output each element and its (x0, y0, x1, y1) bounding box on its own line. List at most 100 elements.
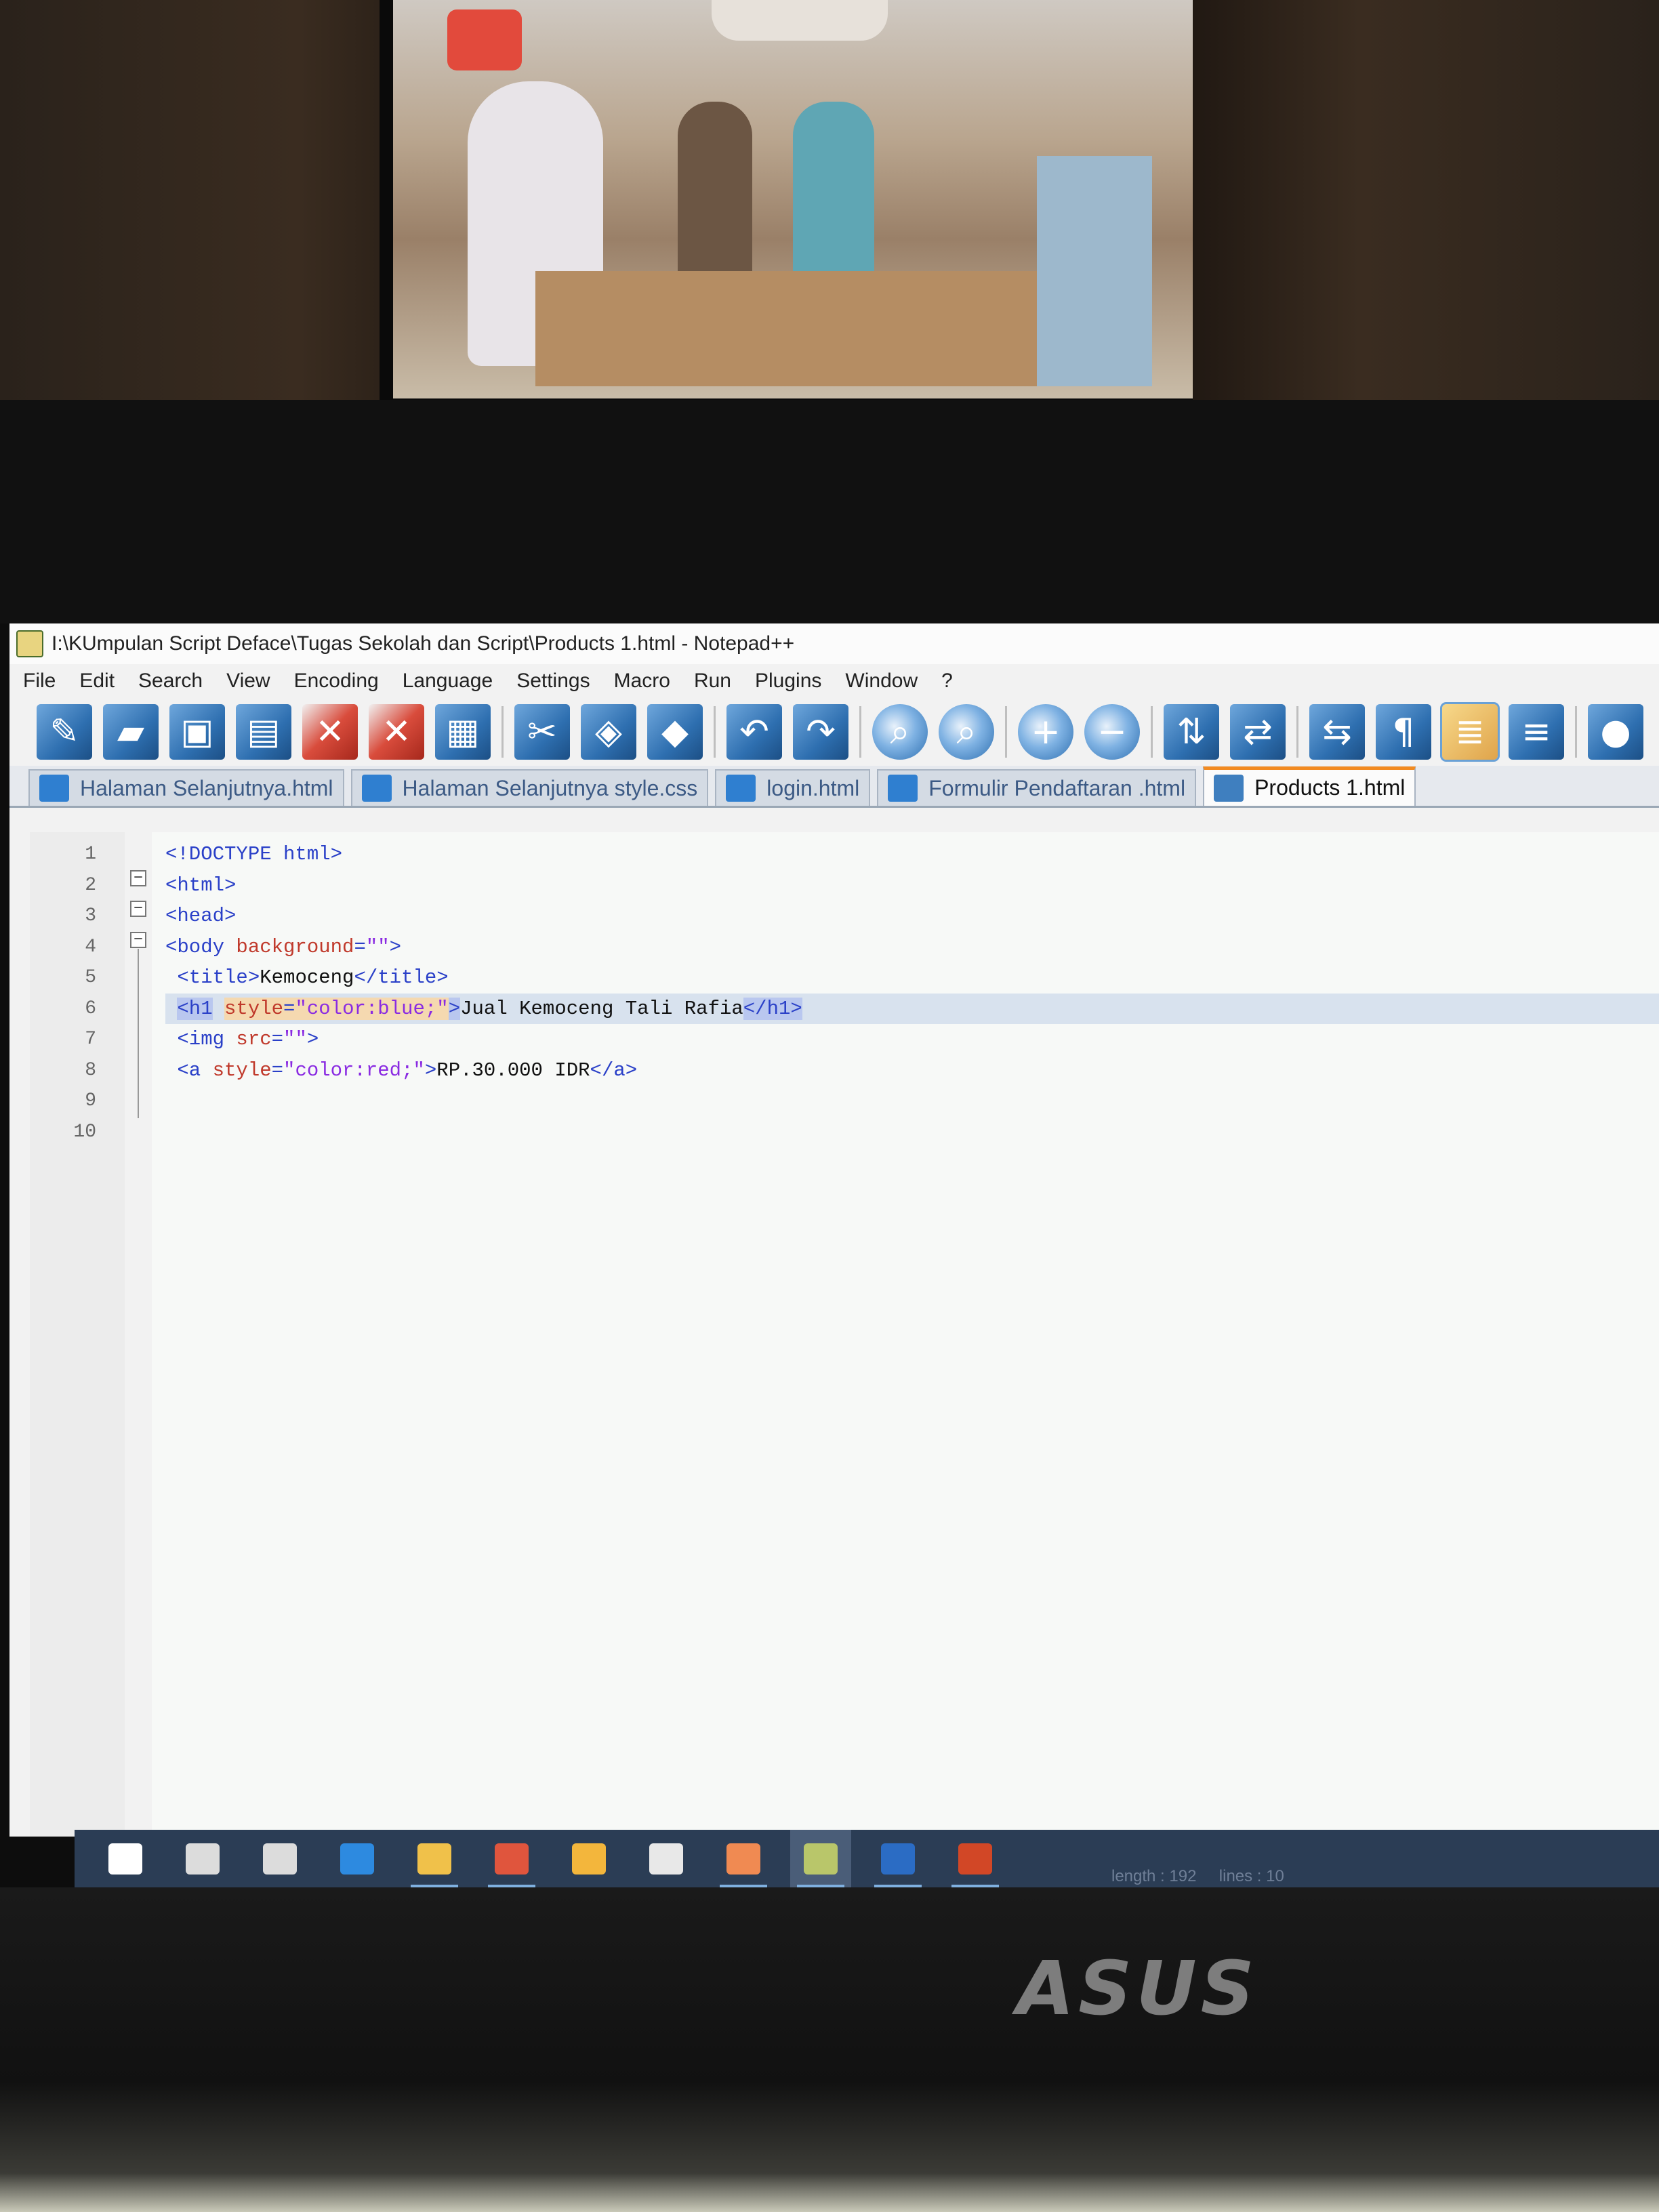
sync-vertical-button[interactable]: ⇅ (1164, 704, 1219, 760)
open-file-button[interactable]: ▰ (103, 704, 159, 760)
status-lines: lines : 10 (1218, 1867, 1284, 1885)
tv-banner (712, 0, 888, 41)
word-taskbar-button[interactable] (867, 1830, 928, 1887)
print-button[interactable]: ▦ (435, 704, 491, 760)
mail-icon (649, 1843, 683, 1875)
window-title: I:\KUmpulan Script Deface\Tugas Sekolah … (52, 632, 795, 655)
file-explorer-taskbar-button[interactable] (404, 1830, 465, 1887)
tab-file[interactable]: login.html (715, 769, 871, 806)
menu-item[interactable]: Edit (79, 670, 115, 693)
undo-button[interactable]: ↶ (726, 704, 782, 760)
show-all-characters-button[interactable]: ¶ (1376, 704, 1431, 760)
tab-file[interactable]: Formulir Pendaftaran .html (877, 769, 1197, 806)
fold-toggle-icon[interactable]: − (130, 870, 146, 886)
menu-item[interactable]: Window (845, 670, 918, 693)
tab-bar: Halaman Selanjutnya.html Halaman Selanjut… (9, 766, 1659, 808)
menu-item[interactable]: Macro (614, 670, 670, 693)
powerpoint-icon (958, 1843, 992, 1875)
chrome-icon (495, 1843, 529, 1875)
code-text-area[interactable]: <!DOCTYPE html> <html> <head> <body backgro… (152, 832, 1659, 1837)
windows-taskbar (75, 1830, 1659, 1887)
menu-item[interactable]: Search (138, 670, 203, 693)
edge-icon (340, 1843, 374, 1875)
line-number: 5 (85, 967, 96, 988)
line-number: 4 (85, 936, 96, 958)
tab-file[interactable]: Halaman Selanjutnya style.css (350, 769, 709, 806)
file-saved-icon (726, 775, 756, 802)
cut-icon: ✂ (527, 712, 557, 752)
code-token: > (424, 1059, 437, 1082)
save-all-button[interactable]: ▤ (236, 704, 291, 760)
code-token: style (224, 997, 284, 1020)
code-line: <a style="color:red;">RP.30.000 IDR</a> (165, 1055, 1659, 1086)
show-all-characters-icon: ¶ (1392, 712, 1415, 752)
sync-horizontal-icon: ⇄ (1243, 712, 1273, 752)
line-number: 10 (73, 1121, 96, 1143)
xampp-taskbar-button[interactable] (713, 1830, 774, 1887)
zoom-out-button[interactable]: − (1084, 704, 1140, 760)
sync-vertical-icon: ⇅ (1176, 712, 1206, 752)
word-wrap-button[interactable]: ⇆ (1309, 704, 1365, 760)
tab-file[interactable]: Products 1.html (1203, 766, 1416, 806)
code-editor[interactable]: 1 2 3 4 5 6 7 8 9 10 − − − <!DOCTYPE html> <html> <… (30, 832, 1659, 1837)
code-line: <!DOCTYPE html> (165, 839, 1659, 870)
menu-item[interactable]: ? (941, 670, 953, 693)
menu-item[interactable]: Encoding (294, 670, 379, 693)
close-button[interactable]: ✕ (302, 704, 358, 760)
close-all-button[interactable]: ✕ (369, 704, 424, 760)
code-line: <html> (165, 870, 1659, 901)
notepad-plus-plus-taskbar-button[interactable] (790, 1830, 851, 1887)
menu-bar: File Edit Search View Encoding Language Settin… (9, 664, 1659, 698)
zoom-in-button[interactable]: + (1018, 704, 1073, 760)
copy-button[interactable]: ◈ (581, 704, 636, 760)
redo-button[interactable]: ↷ (793, 704, 848, 760)
file-saved-icon (888, 775, 918, 802)
status-length: length : 192 (1111, 1867, 1197, 1885)
replace-button[interactable]: ⌕ (939, 704, 994, 760)
tv-person (793, 102, 874, 278)
edge-taskbar-button[interactable] (327, 1830, 388, 1887)
menu-item[interactable]: View (226, 670, 270, 693)
toolbar-separator (1296, 706, 1298, 758)
menu-item[interactable]: Settings (516, 670, 590, 693)
toolbar-separator (714, 706, 716, 758)
cut-button[interactable]: ✂ (514, 704, 570, 760)
menu-item[interactable]: Run (694, 670, 731, 693)
fold-toggle-icon[interactable]: − (130, 932, 146, 948)
menu-item[interactable]: File (23, 670, 56, 693)
menu-item[interactable]: Plugins (755, 670, 821, 693)
menu-item[interactable]: Language (403, 670, 493, 693)
code-token: Jual Kemoceng Tali Rafia (460, 997, 743, 1020)
store-taskbar-button[interactable] (558, 1830, 619, 1887)
record-macro-icon: ● (1600, 712, 1631, 752)
code-line: <img src=""> (165, 1024, 1659, 1055)
code-token: "" (283, 1028, 307, 1050)
tab-label: Products 1.html (1254, 775, 1406, 800)
fold-toggle-icon[interactable]: − (130, 901, 146, 917)
find-button[interactable]: ⌕ (872, 704, 928, 760)
paste-button[interactable]: ◆ (647, 704, 703, 760)
code-token: style (212, 1059, 272, 1082)
mail-taskbar-button[interactable] (636, 1830, 697, 1887)
indent-guide-button[interactable]: ≣ (1440, 702, 1500, 762)
language-button[interactable]: ≡ (1509, 704, 1564, 760)
new-file-button[interactable]: ✎ (37, 704, 92, 760)
task-view-icon (263, 1843, 297, 1875)
print-icon: ▦ (446, 712, 480, 752)
open-file-icon: ▰ (117, 712, 144, 752)
record-macro-button[interactable]: ● (1588, 704, 1643, 760)
save-button[interactable]: ▣ (169, 704, 225, 760)
tab-file[interactable]: Halaman Selanjutnya.html (28, 769, 344, 806)
start-taskbar-button[interactable] (95, 1830, 156, 1887)
code-token: "" (365, 935, 390, 958)
powerpoint-taskbar-button[interactable] (945, 1830, 1006, 1887)
line-number: 9 (85, 1090, 96, 1111)
file-explorer-icon (417, 1843, 451, 1875)
search-taskbar-button[interactable] (172, 1830, 233, 1887)
title-bar[interactable]: I:\KUmpulan Script Deface\Tugas Sekolah … (9, 623, 1659, 664)
task-view-taskbar-button[interactable] (249, 1830, 310, 1887)
chrome-taskbar-button[interactable] (481, 1830, 542, 1887)
sync-horizontal-button[interactable]: ⇄ (1230, 704, 1286, 760)
